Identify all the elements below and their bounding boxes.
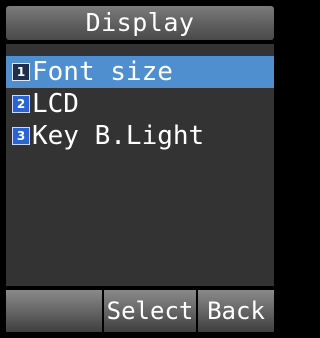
menu-item-font-size[interactable]: 1 Font size <box>6 56 274 88</box>
menu-panel: 1 Font size 2 LCD 3 Key B.Light <box>6 44 274 286</box>
left-softkey[interactable] <box>6 290 102 332</box>
menu-item-label: LCD <box>32 89 79 119</box>
menu-list: 1 Font size 2 LCD 3 Key B.Light <box>6 56 274 152</box>
phone-screen: Display 1 Font size 2 LCD 3 Key B.Light … <box>0 0 282 338</box>
number-1-icon: 1 <box>12 63 30 81</box>
number-3-icon: 3 <box>12 127 30 145</box>
back-softkey[interactable]: Back <box>198 290 274 332</box>
menu-item-lcd[interactable]: 2 LCD <box>6 88 274 120</box>
menu-item-label: Key B.Light <box>32 121 205 151</box>
menu-item-key-backlight[interactable]: 3 Key B.Light <box>6 120 274 152</box>
select-softkey[interactable]: Select <box>104 290 196 332</box>
number-2-icon: 2 <box>12 95 30 113</box>
menu-item-label: Font size <box>32 57 173 87</box>
softkey-bar: Select Back <box>6 290 274 332</box>
screen-title: Display <box>6 6 274 40</box>
